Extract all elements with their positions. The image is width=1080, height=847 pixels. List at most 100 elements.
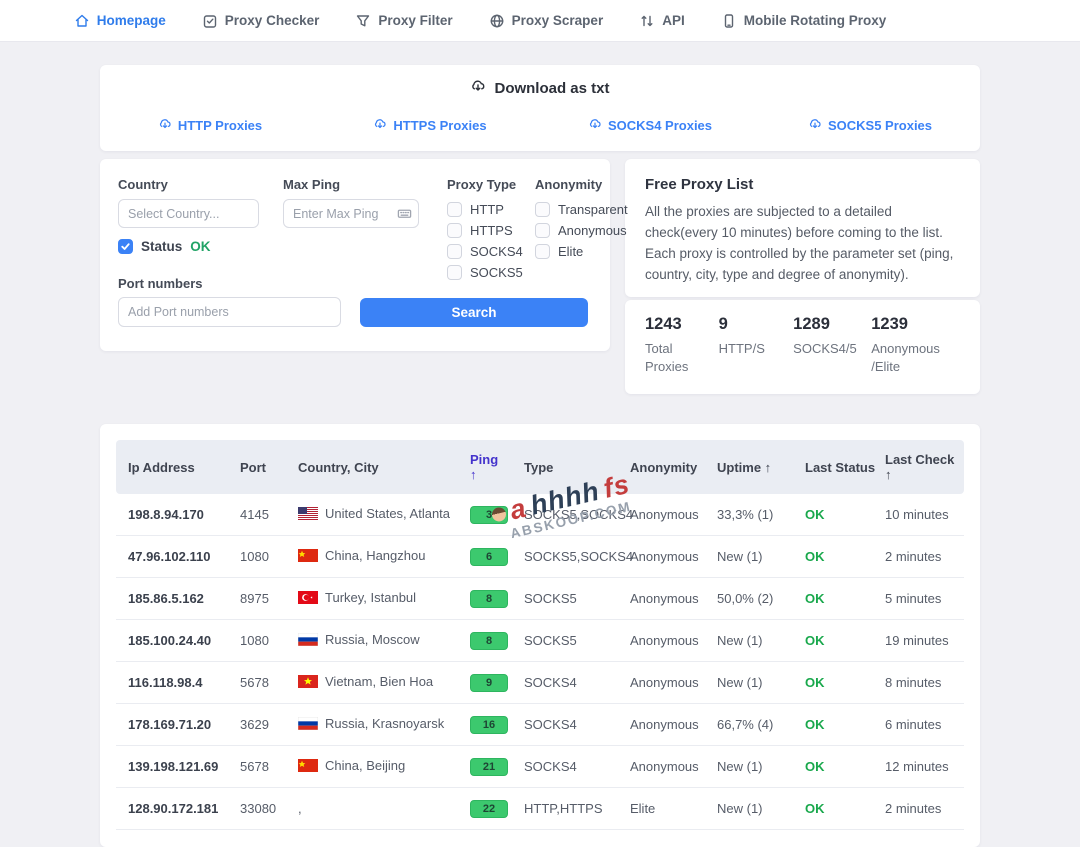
country-city-label: Russia, Moscow — [325, 632, 420, 647]
col-header-label: Uptime — [717, 460, 761, 475]
max-ping-label: Max Ping — [283, 177, 340, 192]
table-row: 116.118.98.45678Vietnam, Bien Hoa9SOCKS4… — [116, 662, 964, 704]
port-numbers-label: Port numbers — [118, 276, 203, 291]
sort-arrow-icon[interactable]: ↑ — [761, 460, 771, 475]
cell-ping: 8 — [470, 632, 524, 650]
cell-ip-address: 198.8.94.170 — [116, 507, 240, 522]
proxy-type-group: HTTP HTTPS SOCKS4 SOCKS5 — [447, 201, 523, 285]
cell-ip-address: 47.96.102.110 — [116, 549, 240, 564]
nav-item-label: Homepage — [97, 13, 166, 28]
cell-last-check: 6 minutes — [885, 717, 964, 732]
cell-uptime: 33,3% (1) — [717, 507, 805, 522]
cell-port: 5678 — [240, 759, 298, 774]
cell-last-check: 2 minutes — [885, 549, 964, 564]
cell-ping: 9 — [470, 674, 524, 692]
download-link-label: SOCKS5 Proxies — [828, 118, 932, 133]
download-link-socks5-proxies[interactable]: SOCKS5 Proxies — [760, 117, 980, 134]
nav-item-homepage[interactable]: Homepage — [74, 13, 166, 29]
cell-last-status: OK — [805, 507, 885, 522]
mobile-icon — [721, 13, 737, 29]
anonymity-checkbox-elite[interactable]: Elite — [535, 243, 628, 260]
search-button[interactable]: Search — [360, 298, 588, 327]
nav-item-mobile-rotating-proxy[interactable]: Mobile Rotating Proxy — [721, 13, 887, 29]
filter-card: Country Max Ping Proxy Type HTTPHTTPSSOC… — [100, 159, 610, 351]
download-link-http-proxies[interactable]: HTTP Proxies — [100, 117, 320, 134]
table-row: 139.198.121.695678China, Beijing21SOCKS4… — [116, 746, 964, 788]
cell-country-city: Russia, Moscow — [298, 632, 470, 649]
stat-anonymous-elite: 1239Anonymous /Elite — [871, 315, 960, 379]
anonymity-checkbox-anonymous[interactable]: Anonymous — [535, 222, 628, 239]
col-header-uptime[interactable]: Uptime ↑ — [717, 460, 805, 475]
cell-last-status: OK — [805, 633, 885, 648]
cell-ping: 3 — [470, 506, 524, 524]
anonymity-checkbox-box[interactable] — [535, 244, 550, 259]
anonymity-checkbox-box[interactable] — [535, 202, 550, 217]
cell-anonymity: Anonymous — [630, 633, 717, 648]
proxy-type-checkbox-box[interactable] — [447, 223, 462, 238]
proxy-type-checkbox-socks4[interactable]: SOCKS4 — [447, 243, 523, 260]
port-numbers-input[interactable] — [118, 297, 341, 327]
nav-items: Homepage Proxy Checker Proxy Filter Proxy S… — [74, 13, 886, 29]
nav-item-proxy-checker[interactable]: Proxy Checker — [202, 13, 320, 29]
download-link-socks4-proxies[interactable]: SOCKS4 Proxies — [540, 117, 760, 134]
anonymity-group: Transparent Anonymous Elite — [535, 201, 628, 264]
cell-last-check: 19 minutes — [885, 633, 964, 648]
anonymity-checkbox-box[interactable] — [535, 223, 550, 238]
stat-label: Anonymous /Elite — [871, 340, 943, 375]
anonymity-checkbox-label: Anonymous — [558, 223, 627, 238]
stat-value: 1243 — [645, 315, 719, 334]
cell-uptime: New (1) — [717, 633, 805, 648]
nav-item-proxy-scraper[interactable]: Proxy Scraper — [489, 13, 604, 29]
col-header-ping[interactable]: Ping↑ — [470, 452, 524, 482]
download-link-https-proxies[interactable]: HTTPS Proxies — [320, 117, 540, 134]
proxy-type-checkbox-http[interactable]: HTTP — [447, 201, 523, 218]
cell-last-check: 5 minutes — [885, 591, 964, 606]
table-row: 185.100.24.401080Russia, Moscow8SOCKS5An… — [116, 620, 964, 662]
col-header-last-check[interactable]: Last Check↑ — [885, 452, 964, 482]
nav-item-proxy-filter[interactable]: Proxy Filter — [355, 13, 452, 29]
sort-arrow-icon[interactable]: ↑ — [885, 467, 960, 482]
country-select-input[interactable] — [118, 199, 259, 228]
status-label: Status — [141, 239, 182, 254]
download-title: Download as txt — [470, 78, 609, 98]
nav-item-label: API — [662, 13, 685, 28]
cell-ip-address: 185.100.24.40 — [116, 633, 240, 648]
flag-cn-icon — [298, 759, 318, 775]
cell-anonymity: Anonymous — [630, 759, 717, 774]
proxy-type-checkbox-box[interactable] — [447, 202, 462, 217]
proxy-type-checkbox-box[interactable] — [447, 244, 462, 259]
download-link-label: HTTP Proxies — [178, 118, 262, 133]
nav-item-api[interactable]: API — [639, 13, 685, 29]
proxy-type-checkbox-box[interactable] — [447, 265, 462, 280]
table-row: 178.169.71.203629Russia, Krasnoyarsk16SO… — [116, 704, 964, 746]
cell-ip-address: 128.90.172.181 — [116, 801, 240, 816]
cell-port: 4145 — [240, 507, 298, 522]
proxy-checker-icon — [202, 13, 218, 29]
cell-ip-address: 139.198.121.69 — [116, 759, 240, 774]
country-city-label: Turkey, Istanbul — [325, 590, 416, 605]
cell-port: 8975 — [240, 591, 298, 606]
sort-arrow-icon[interactable]: ↑ — [470, 467, 520, 482]
nav-item-label: Mobile Rotating Proxy — [744, 13, 887, 28]
flag-cn-icon — [298, 549, 318, 565]
table-header-row: Ip AddressPortCountry, CityPing↑TypeAnon… — [116, 440, 964, 494]
col-header-label: Ip Address — [128, 460, 195, 475]
top-navigation: Homepage Proxy Checker Proxy Filter Proxy S… — [0, 0, 1080, 42]
cell-anonymity: Anonymous — [630, 507, 717, 522]
status-ok-checkbox-row[interactable]: Status OK — [118, 239, 211, 254]
cell-anonymity: Elite — [630, 801, 717, 816]
cell-last-status: OK — [805, 675, 885, 690]
status-checkbox[interactable] — [118, 239, 133, 254]
proxy-type-checkbox-https[interactable]: HTTPS — [447, 222, 523, 239]
cell-type: SOCKS5,SOCKS4 — [524, 507, 630, 522]
status-ok-value: OK — [190, 239, 210, 254]
anonymity-checkbox-transparent[interactable]: Transparent — [535, 201, 628, 218]
table-body: 198.8.94.1704145United States, Atlanta3S… — [116, 494, 964, 830]
proxy-type-checkbox-socks5[interactable]: SOCKS5 — [447, 264, 523, 281]
cloud-download-icon — [373, 117, 387, 134]
cell-uptime: New (1) — [717, 549, 805, 564]
cell-uptime: 66,7% (4) — [717, 717, 805, 732]
cell-last-status: OK — [805, 717, 885, 732]
download-title-label: Download as txt — [494, 80, 609, 97]
cell-ip-address: 116.118.98.4 — [116, 675, 240, 690]
